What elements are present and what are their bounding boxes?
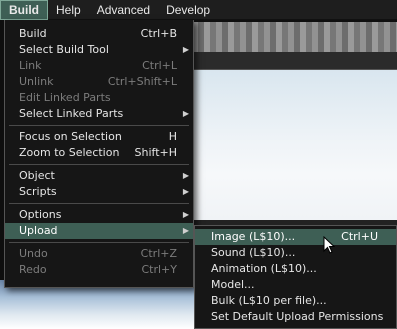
menu-item-focus-on-selection[interactable]: Focus on Selection H bbox=[5, 129, 193, 145]
menu-item-label: Build bbox=[19, 27, 47, 40]
menu-item-zoom-to-selection[interactable]: Zoom to Selection Shift+H bbox=[5, 145, 193, 161]
menu-item-label: Undo bbox=[19, 247, 48, 260]
menu-item-scripts[interactable]: Scripts ▶ bbox=[5, 184, 193, 200]
menu-item-shortcut: Ctrl+L bbox=[142, 59, 177, 72]
viewport-sky bbox=[186, 70, 397, 220]
menu-item-options[interactable]: Options ▶ bbox=[5, 207, 193, 223]
menu-item-label: Options bbox=[19, 208, 62, 221]
submenu-item-sound[interactable]: Sound (L$10)... bbox=[195, 245, 396, 261]
menu-item-label: Scripts bbox=[19, 185, 57, 198]
menu-item-label: Link bbox=[19, 59, 42, 72]
menu-separator bbox=[9, 125, 189, 126]
menu-item-shortcut: Ctrl+Y bbox=[141, 263, 177, 276]
menu-item-shortcut: Ctrl+Z bbox=[140, 247, 177, 260]
triangle-right-icon: ▶ bbox=[182, 45, 189, 54]
menu-item-select-build-tool[interactable]: Select Build Tool ▶ bbox=[5, 42, 193, 58]
menu-item-label: Select Linked Parts bbox=[19, 107, 124, 120]
triangle-right-icon: ▶ bbox=[182, 109, 189, 118]
menu-bar: Build Help Advanced Develop bbox=[0, 0, 397, 20]
mouse-pointer-icon bbox=[323, 236, 335, 254]
menu-item-object[interactable]: Object ▶ bbox=[5, 168, 193, 184]
triangle-right-icon: ▶ bbox=[182, 187, 189, 196]
submenu-item-animation[interactable]: Animation (L$10)... bbox=[195, 261, 396, 277]
menu-item-label: Image (L$10)... bbox=[211, 230, 296, 243]
menubar-advanced[interactable]: Advanced bbox=[89, 0, 158, 20]
menu-item-label: Upload bbox=[19, 224, 58, 237]
menu-item-label: Select Build Tool bbox=[19, 43, 109, 56]
menu-item-shortcut: H bbox=[168, 130, 177, 143]
menu-item-label: Set Default Upload Permissions bbox=[211, 310, 384, 323]
menu-separator bbox=[9, 164, 189, 165]
menu-item-label: Sound (L$10)... bbox=[211, 246, 296, 259]
menu-item-redo: Redo Ctrl+Y bbox=[5, 262, 193, 278]
menubar-develop[interactable]: Develop bbox=[158, 0, 218, 20]
menubar-help[interactable]: Help bbox=[48, 0, 89, 20]
submenu-item-set-default-upload-permissions[interactable]: Set Default Upload Permissions bbox=[195, 309, 396, 325]
menu-item-upload[interactable]: Upload ▶ bbox=[5, 223, 193, 239]
submenu-item-model[interactable]: Model... bbox=[195, 277, 396, 293]
triangle-right-icon: ▶ bbox=[182, 210, 189, 219]
menu-item-unlink: Unlink Ctrl+Shift+L bbox=[5, 74, 193, 90]
menu-item-label: Focus on Selection bbox=[19, 130, 122, 143]
viewport-panel-bar bbox=[186, 52, 397, 70]
menu-item-label: Edit Linked Parts bbox=[19, 91, 111, 104]
menu-item-label: Object bbox=[19, 169, 55, 182]
menu-item-label: Bulk (L$10 per file)... bbox=[211, 294, 327, 307]
menu-item-edit-linked-parts: Edit Linked Parts bbox=[5, 90, 193, 106]
viewport-toolbar-strip bbox=[186, 22, 397, 52]
menu-item-label: Animation (L$10)... bbox=[211, 262, 317, 275]
menu-item-label: Unlink bbox=[19, 75, 54, 88]
build-menu: Build Ctrl+B Select Build Tool ▶ Link Ct… bbox=[4, 20, 194, 288]
triangle-right-icon: ▶ bbox=[182, 171, 189, 180]
menu-separator bbox=[9, 203, 189, 204]
menu-separator bbox=[9, 242, 189, 243]
menu-item-shortcut: Ctrl+B bbox=[140, 27, 177, 40]
menu-item-shortcut: Ctrl+Shift+L bbox=[107, 75, 177, 88]
menu-item-label: Redo bbox=[19, 263, 47, 276]
menu-item-shortcut: Ctrl+U bbox=[341, 230, 378, 243]
menu-item-link: Link Ctrl+L bbox=[5, 58, 193, 74]
menu-item-build[interactable]: Build Ctrl+B bbox=[5, 26, 193, 42]
triangle-right-icon: ▶ bbox=[182, 226, 189, 235]
upload-submenu: Image (L$10)... Ctrl+U Sound (L$10)... A… bbox=[194, 225, 397, 329]
menu-item-label: Model... bbox=[211, 278, 255, 291]
menubar-build[interactable]: Build bbox=[0, 0, 48, 20]
menu-item-select-linked-parts[interactable]: Select Linked Parts ▶ bbox=[5, 106, 193, 122]
menu-item-undo: Undo Ctrl+Z bbox=[5, 246, 193, 262]
menu-item-label: Zoom to Selection bbox=[19, 146, 120, 159]
submenu-item-bulk[interactable]: Bulk (L$10 per file)... bbox=[195, 293, 396, 309]
menu-item-shortcut: Shift+H bbox=[134, 146, 178, 159]
submenu-item-image[interactable]: Image (L$10)... Ctrl+U bbox=[195, 229, 396, 245]
